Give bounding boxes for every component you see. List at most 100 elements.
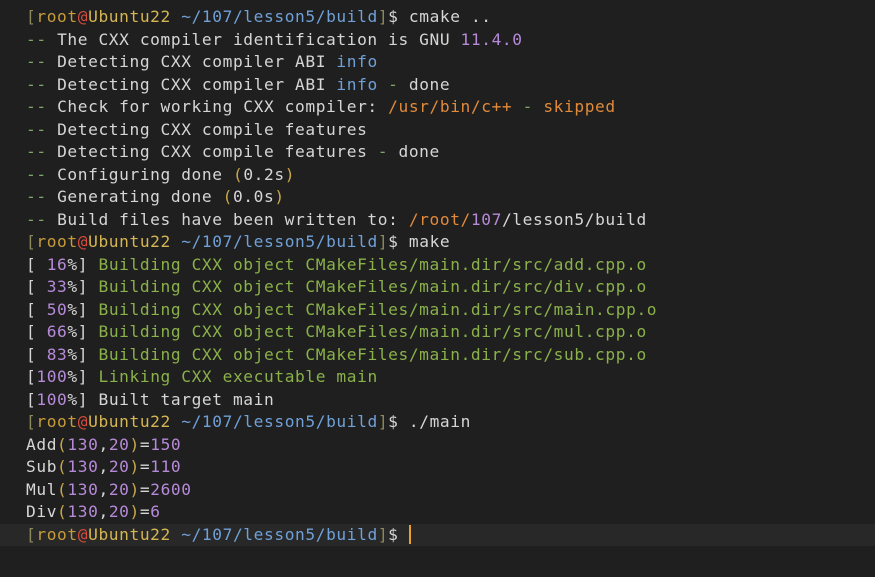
output-text: Configuring done xyxy=(57,164,233,184)
build-progress-line: [ 33%] Building CXX object CMakeFiles/ma… xyxy=(26,277,647,296)
dash-prefix: -- xyxy=(26,29,47,49)
prompt-user: root xyxy=(36,232,78,251)
build-percent: 100 xyxy=(36,367,68,386)
prompt-host: Ubuntu22 xyxy=(88,524,171,544)
output-text: Generating done xyxy=(57,187,223,206)
build-progress-line: [100%] Linking CXX executable main xyxy=(26,367,378,386)
output-paren: ( xyxy=(222,187,233,206)
dash-prefix: -- xyxy=(26,52,47,71)
text-cursor[interactable] xyxy=(408,524,411,544)
output-text: Detecting CXX compiler ABI xyxy=(57,52,337,71)
build-progress-line: [100%] Built target main xyxy=(26,389,275,409)
terminal-window[interactable]: [root@Ubuntu22 ~/107/lesson5/build]$ cma… xyxy=(0,0,875,577)
program-output-line: Add(130,20)=150 xyxy=(26,434,182,454)
output-separator: - xyxy=(377,74,409,94)
output-path: /root/ xyxy=(408,209,471,229)
prompt-path: ~/107/lesson5/build xyxy=(181,7,378,26)
output-text: Detecting CXX compile features xyxy=(57,119,368,139)
prompt-symbol: $ xyxy=(388,7,399,26)
cmake-output-line: -- Generating done (0.0s) xyxy=(26,186,875,209)
output-result: 6 xyxy=(150,502,161,521)
dash-prefix: -- xyxy=(26,209,47,229)
prompt-host: Ubuntu22 xyxy=(88,7,171,26)
program-output-line: Sub(130,20)=110 xyxy=(26,457,182,476)
output-result: 2600 xyxy=(150,479,192,499)
prompt-symbol: $ xyxy=(388,524,399,544)
prompt-at: @ xyxy=(77,232,89,251)
prompt-path: ~/107/lesson5/build xyxy=(181,524,378,544)
output-arg: 20 xyxy=(108,479,130,499)
prompt-at: @ xyxy=(77,412,89,431)
prompt-bracket-close: ] xyxy=(377,7,389,26)
output-time: 0.2s xyxy=(243,164,285,184)
prompt-bracket-open: [ xyxy=(26,7,37,26)
output-arg: 20 xyxy=(108,502,130,521)
output-paren: ( xyxy=(232,164,244,184)
prompt-bracket-open: [ xyxy=(26,524,37,544)
output-result: 150 xyxy=(150,434,182,454)
cmake-output-line: -- The CXX compiler identification is GN… xyxy=(26,29,875,52)
program-output-line: Div(130,20)=6 xyxy=(26,502,161,521)
output-text: Check for working CXX compiler: xyxy=(57,97,389,116)
command-text: ./main xyxy=(408,412,471,431)
output-number: 107 xyxy=(470,209,502,229)
output-arg: 130 xyxy=(67,502,99,521)
prompt-line-current[interactable]: [root@Ubuntu22 ~/107/lesson5/build]$ xyxy=(0,523,875,546)
command-text: cmake .. xyxy=(408,7,492,26)
build-text: Building CXX object CMakeFiles/main.dir/… xyxy=(98,344,647,364)
command-text: make xyxy=(408,232,451,251)
cmake-output-line: -- Detecting CXX compile features xyxy=(26,119,875,142)
output-text: Build files have been written to: xyxy=(57,209,409,229)
cmake-output-line: -- Detecting CXX compiler ABI info - don… xyxy=(26,74,875,97)
build-text: Built target main xyxy=(98,389,275,409)
prompt-symbol: $ xyxy=(388,412,399,431)
build-percent: 16 xyxy=(36,254,68,274)
prompt-user: root xyxy=(36,524,78,544)
cmake-output-line: -- Build files have been written to: /ro… xyxy=(26,209,875,232)
prompt-user: root xyxy=(36,412,78,431)
output-text: Detecting CXX compile features xyxy=(57,142,368,161)
output-status: skipped xyxy=(543,97,616,116)
output-text: The CXX compiler identification is GNU xyxy=(57,29,461,49)
output-version: 11.4.0 xyxy=(460,29,523,49)
output-paren: ) xyxy=(284,164,296,184)
prompt-bracket-open: [ xyxy=(26,232,37,251)
build-progress-line: [ 83%] Building CXX object CMakeFiles/ma… xyxy=(26,344,647,364)
prompt-user: root xyxy=(36,7,78,26)
build-text: Building CXX object CMakeFiles/main.dir/… xyxy=(98,322,647,341)
prompt-path: ~/107/lesson5/build xyxy=(181,412,378,431)
cmake-output-line: -- Check for working CXX compiler: /usr/… xyxy=(26,96,875,119)
prompt-bracket-open: [ xyxy=(26,412,37,431)
build-percent: 33 xyxy=(36,277,68,296)
prompt-at: @ xyxy=(77,7,89,26)
output-keyword: info xyxy=(336,74,378,94)
build-text: Building CXX object CMakeFiles/main.dir/… xyxy=(98,254,647,274)
prompt-bracket-close: ] xyxy=(377,524,389,544)
cmake-output-line: -- Detecting CXX compiler ABI info xyxy=(26,51,875,74)
output-arg: 20 xyxy=(108,457,130,476)
output-paren: ) xyxy=(274,187,285,206)
dash-prefix: -- xyxy=(26,97,47,116)
build-percent: 50 xyxy=(36,299,68,319)
output-op-name: Sub xyxy=(26,457,58,476)
prompt-host: Ubuntu22 xyxy=(88,232,171,251)
prompt-line-make: [root@Ubuntu22 ~/107/lesson5/build]$ mak… xyxy=(26,231,875,254)
build-progress-line: [ 16%] Building CXX object CMakeFiles/ma… xyxy=(26,254,647,274)
output-op-name: Add xyxy=(26,434,58,454)
output-path: /lesson5/build xyxy=(501,209,647,229)
output-text: done xyxy=(398,142,440,161)
prompt-line-run: [root@Ubuntu22 ~/107/lesson5/build]$ ./m… xyxy=(26,411,875,434)
program-output-line: Mul(130,20)=2600 xyxy=(26,479,192,499)
output-keyword: info xyxy=(336,52,378,71)
output-result: 110 xyxy=(150,457,182,476)
cmake-output-line: -- Configuring done (0.2s) xyxy=(26,164,875,187)
output-separator: - xyxy=(367,142,399,161)
build-progress-line: [ 66%] Building CXX object CMakeFiles/ma… xyxy=(26,322,647,341)
build-text: Linking CXX executable main xyxy=(98,367,378,386)
prompt-host: Ubuntu22 xyxy=(88,412,171,431)
prompt-symbol: $ xyxy=(388,232,399,251)
dash-prefix: -- xyxy=(26,74,47,94)
output-arg: 130 xyxy=(67,457,99,476)
output-op-name: Mul xyxy=(26,479,58,499)
output-separator: - xyxy=(512,97,544,116)
